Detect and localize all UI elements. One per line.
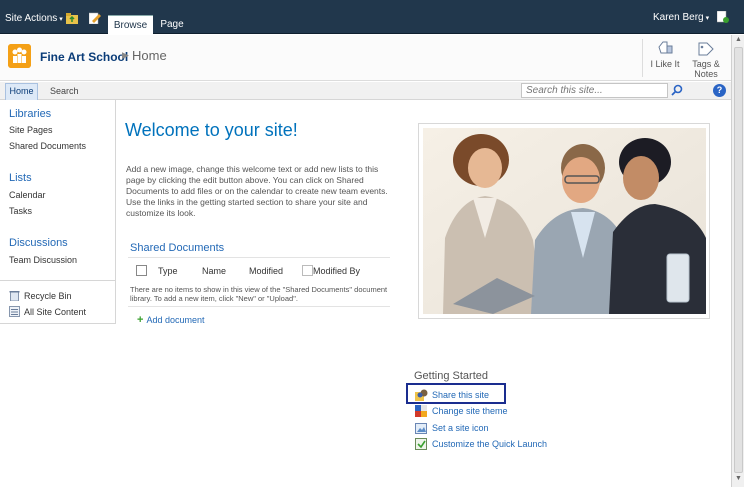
site-logo-icon[interactable]	[8, 44, 31, 68]
i-like-it-button[interactable]: I Like It	[646, 39, 684, 77]
user-menu[interactable]: Karen Berg ▾	[653, 12, 709, 23]
column-header-modified-by[interactable]: Modified By	[313, 266, 360, 276]
scrollbar-thumb[interactable]	[734, 47, 743, 473]
tags-notes-button[interactable]: Tags & Notes	[688, 39, 724, 79]
select-all-checkbox[interactable]	[136, 265, 147, 276]
column-header-name[interactable]: Name	[202, 266, 226, 276]
ribbon: Site Actions ▾ Browse Page Karen Berg ▾	[0, 0, 744, 34]
team-photo-image	[423, 128, 706, 314]
search-input[interactable]: Search this site...	[521, 83, 668, 98]
welcome-text: Add a new image, change this welcome tex…	[126, 164, 388, 218]
column-header-type[interactable]: Type	[158, 266, 178, 276]
theme-icon	[415, 405, 427, 417]
modified-by-filter-checkbox[interactable]	[302, 265, 313, 276]
shared-documents-webpart-title[interactable]: Shared Documents	[130, 242, 224, 254]
add-document-link[interactable]: + Add document	[137, 314, 204, 326]
column-header-modified[interactable]: Modified	[249, 266, 283, 276]
tab-page[interactable]: Page	[153, 15, 191, 34]
tag-icon	[698, 42, 714, 56]
breadcrumb-current-page: Home	[132, 48, 167, 63]
thumbs-up-icon	[658, 41, 673, 54]
quick-launch-icon	[415, 438, 427, 450]
page-title: Welcome to your site!	[125, 120, 298, 140]
search-icon[interactable]	[669, 83, 685, 98]
tags-notes-label-line1: Tags &	[692, 59, 720, 69]
getting-started-title: Getting Started	[414, 370, 488, 382]
tags-notes-label-line2: Notes	[694, 69, 718, 79]
quick-launch-item-team-discussion[interactable]: Team Discussion	[9, 255, 77, 265]
quick-launch-item-all-site-content[interactable]: All Site Content	[24, 307, 86, 317]
quick-launch-item-site-pages[interactable]: Site Pages	[9, 125, 53, 135]
tab-home[interactable]: Home	[5, 83, 38, 100]
scroll-down-icon[interactable]: ▼	[734, 475, 743, 482]
divider	[642, 39, 643, 77]
quick-launch-heading-lists[interactable]: Lists	[9, 172, 32, 184]
scroll-up-icon[interactable]: ▲	[734, 36, 743, 43]
welcome-image-frame	[418, 123, 710, 319]
recycle-bin-icon	[9, 291, 20, 301]
empty-list-message: There are no items to show in this view …	[130, 285, 388, 303]
breadcrumb-separator-icon: ▶	[122, 50, 129, 60]
site-actions-menu[interactable]: Site Actions ▾	[5, 13, 63, 24]
help-icon[interactable]: ?	[713, 84, 726, 97]
divider	[0, 280, 115, 281]
quick-launch: Libraries Site Pages Shared Documents Li…	[0, 100, 116, 324]
top-nav: Home Search Search this site... ?	[0, 82, 731, 100]
quick-launch-item-tasks[interactable]: Tasks	[9, 206, 32, 216]
site-icon-picture-icon	[415, 423, 427, 434]
site-title[interactable]: Fine Art School	[40, 50, 128, 64]
all-site-content-icon	[9, 306, 20, 317]
vertical-scrollbar[interactable]: ▲ ▼	[731, 35, 744, 487]
quick-launch-heading-libraries[interactable]: Libraries	[9, 108, 51, 120]
quick-launch-item-recycle-bin[interactable]: Recycle Bin	[24, 291, 72, 301]
edit-page-icon[interactable]	[89, 12, 101, 24]
quick-launch-item-shared-documents[interactable]: Shared Documents	[9, 141, 86, 151]
title-area: Fine Art School ▶ Home I Like It Tags & …	[0, 35, 731, 81]
share-site-icon	[415, 389, 428, 401]
presence-icon	[717, 11, 729, 23]
divider	[128, 306, 390, 307]
add-icon: +	[137, 314, 144, 326]
quick-launch-heading-discussions[interactable]: Discussions	[9, 237, 68, 249]
i-like-it-label: I Like It	[650, 59, 680, 69]
tab-search[interactable]: Search	[50, 84, 79, 98]
divider	[128, 257, 390, 258]
quick-launch-item-calendar[interactable]: Calendar	[9, 190, 46, 200]
tab-browse[interactable]: Browse	[108, 15, 153, 34]
navigate-up-icon[interactable]	[66, 13, 78, 24]
